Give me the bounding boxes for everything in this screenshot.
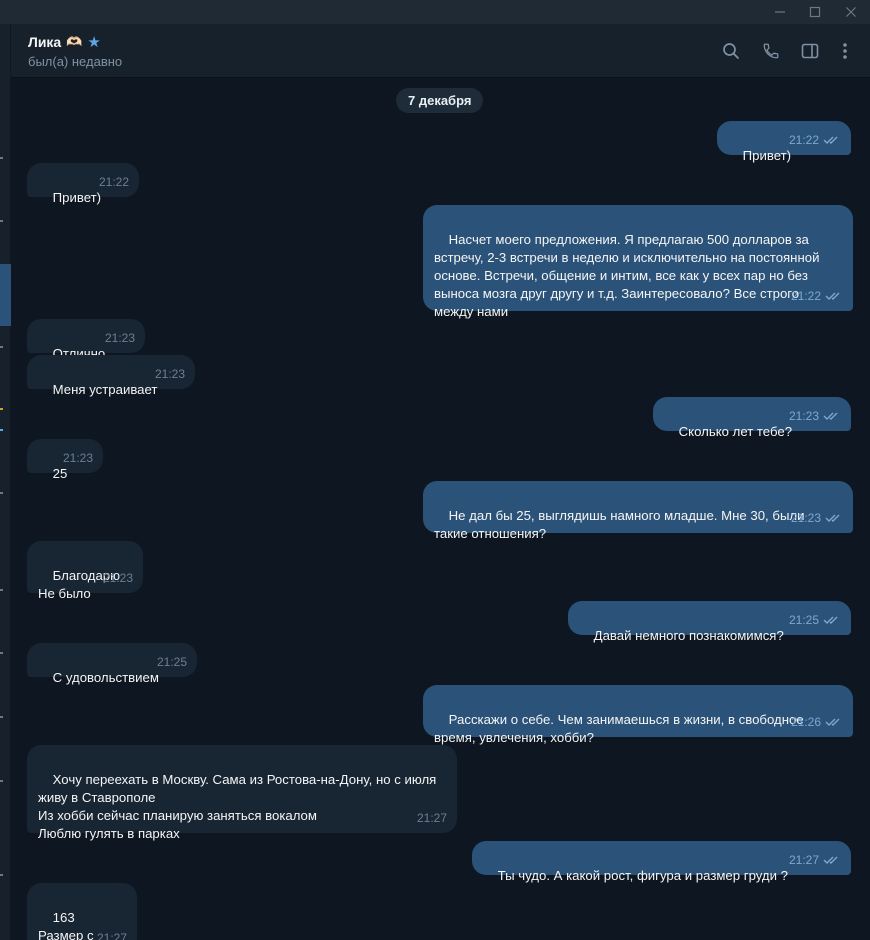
- message-incoming[interactable]: Благодарю Не было 21:23: [27, 541, 143, 601]
- message-text: Привет): [52, 190, 102, 205]
- chat-list-edge[interactable]: [0, 24, 11, 940]
- double-check-icon: [823, 615, 841, 625]
- peer-status: был(а) недавно: [28, 54, 123, 69]
- more-vertical-icon[interactable]: [833, 39, 857, 63]
- list-marker: [0, 220, 3, 222]
- peer-name[interactable]: Лика 🫶🏻 ★: [28, 33, 101, 51]
- peer-name-text: Лика: [28, 34, 62, 50]
- message-time: 21:23: [102, 571, 133, 585]
- double-check-icon: [823, 411, 841, 421]
- list-marker: [0, 408, 3, 410]
- message-outgoing[interactable]: Ты чудо. А какой рост, фигура и размер г…: [472, 841, 851, 883]
- message-incoming[interactable]: 163 Размер с Грудь 2 21:27: [27, 883, 137, 940]
- message-time: 21:26: [790, 715, 821, 729]
- date-separator: 7 декабря: [396, 88, 484, 113]
- list-marker: [0, 716, 3, 718]
- message-outgoing[interactable]: Привет) 21:22: [717, 121, 851, 163]
- message-outgoing[interactable]: Давай немного познакомимся? 21:25: [568, 601, 851, 643]
- message-list[interactable]: 7 декабря Привет) 21:22 Привет) 21:22 На…: [11, 78, 870, 940]
- list-marker: [0, 157, 3, 159]
- message-text: Привет): [742, 148, 792, 163]
- message-text: 25: [52, 466, 68, 481]
- double-check-icon: [825, 513, 843, 523]
- message-incoming[interactable]: Отлично 21:23: [27, 319, 145, 361]
- message-time: 21:22: [790, 289, 821, 303]
- double-check-icon: [823, 135, 841, 145]
- double-check-icon: [825, 291, 843, 301]
- message-outgoing[interactable]: Сколько лет тебе? 21:23: [653, 397, 851, 439]
- message-time: 21:27: [96, 931, 127, 940]
- message-time: 21:23: [62, 451, 93, 465]
- chat-header: Лика 🫶🏻 ★ был(а) недавно: [11, 24, 870, 78]
- list-marker: [0, 780, 3, 782]
- list-marker: [0, 492, 3, 494]
- message-time: 21:23: [788, 409, 819, 423]
- message-text: Ты чудо. А какой рост, фигура и размер г…: [497, 868, 788, 883]
- list-marker: [0, 652, 3, 654]
- message-time: 21:25: [788, 613, 819, 627]
- maximize-icon[interactable]: [795, 0, 835, 24]
- search-icon[interactable]: [719, 39, 743, 63]
- message-text: С удовольствием: [52, 670, 159, 685]
- message-text: Давай немного познакомимся?: [593, 628, 784, 643]
- window-titlebar: [0, 0, 870, 24]
- minimize-icon[interactable]: [760, 0, 800, 24]
- message-time: 21:27: [416, 811, 447, 825]
- double-check-icon: [823, 855, 841, 865]
- message-outgoing[interactable]: Не дал бы 25, выглядишь намного младше. …: [423, 481, 853, 541]
- message-text: Хочу переехать в Москву. Сама из Ростова…: [38, 772, 437, 841]
- message-time: 21:27: [788, 853, 819, 867]
- peer-name-emoji: 🫶🏻: [66, 34, 83, 49]
- list-marker: [0, 346, 3, 348]
- message-incoming[interactable]: С удовольствием 21:25: [27, 643, 197, 685]
- close-icon[interactable]: [831, 0, 870, 24]
- star-icon: ★: [87, 34, 101, 51]
- double-check-icon: [825, 717, 843, 727]
- message-incoming[interactable]: Привет) 21:22: [27, 163, 139, 205]
- message-incoming[interactable]: 25 21:23: [27, 439, 103, 481]
- message-text: 163 Размер с Грудь 2: [38, 910, 94, 940]
- message-text: Меня устраивает: [52, 382, 158, 397]
- message-time: 21:23: [104, 331, 135, 345]
- active-chat-indicator: [0, 264, 11, 326]
- phone-icon[interactable]: [759, 39, 783, 63]
- message-outgoing[interactable]: Расскажи о себе. Чем занимаешься в жизни…: [423, 685, 853, 745]
- list-marker: [0, 429, 3, 431]
- list-marker: [0, 874, 3, 876]
- message-text: Сколько лет тебе?: [678, 424, 793, 439]
- message-time: 21:25: [156, 655, 187, 669]
- message-outgoing[interactable]: Насчет моего предложения. Я предлагаю 50…: [423, 205, 853, 319]
- list-marker: [0, 589, 3, 591]
- message-text: Не дал бы 25, выглядишь намного младше. …: [434, 508, 809, 541]
- message-time: 21:23: [790, 511, 821, 525]
- message-incoming[interactable]: Хочу переехать в Москву. Сама из Ростова…: [27, 745, 457, 841]
- message-time: 21:22: [788, 133, 819, 147]
- message-text: Насчет моего предложения. Я предлагаю 50…: [434, 232, 824, 319]
- message-text: Расскажи о себе. Чем занимаешься в жизни…: [434, 712, 808, 745]
- sidebar-toggle-icon[interactable]: [798, 39, 822, 63]
- message-time: 21:23: [154, 367, 185, 381]
- message-time: 21:22: [98, 175, 129, 189]
- message-incoming[interactable]: Меня устраивает 21:23: [27, 355, 195, 397]
